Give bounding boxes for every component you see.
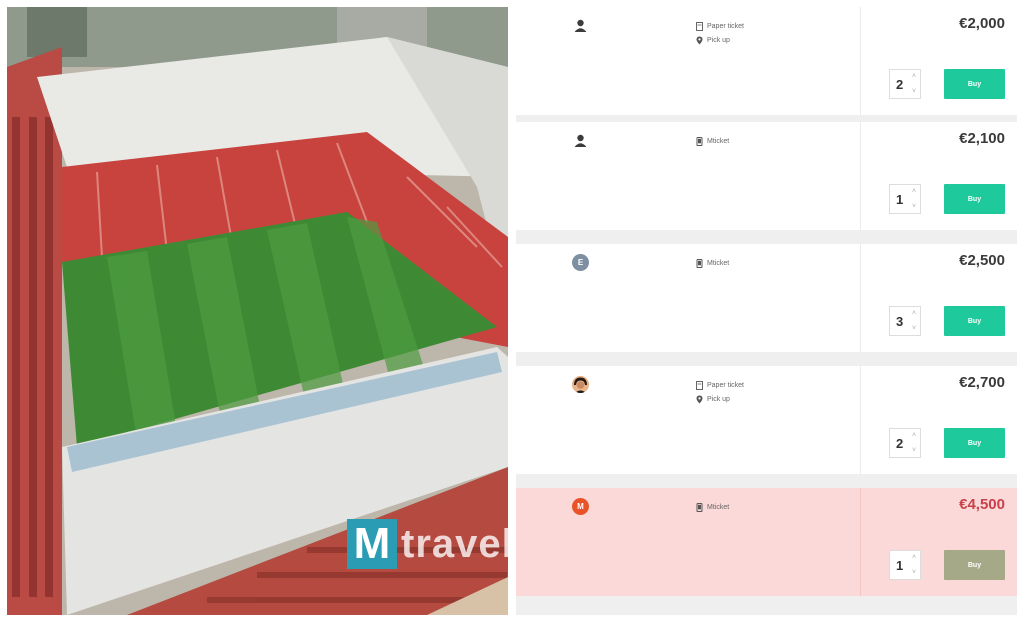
listing-row-highlighted: M Mticket €4,500 1 ˄ ˅ Buy [516,488,1017,596]
delivery-methods: Mticket [696,258,729,269]
ticket-price: €4,500 [959,496,1005,513]
quantity-value: 2 [896,435,904,451]
location-pin-icon [696,36,703,45]
logo-text: travel [401,521,508,566]
mobile-phone-icon [696,137,703,146]
delivery-item: Pick up [696,35,744,46]
delivery-text: Paper ticket [707,23,744,30]
delivery-text: Paper ticket [707,382,744,389]
mobile-phone-icon [696,259,703,268]
letter-avatar: E [572,254,589,271]
decrement-icon[interactable]: ˅ [912,203,916,210]
ticket-price: €2,700 [959,374,1005,391]
column-divider [860,244,861,352]
delivery-item: Mticket [696,258,729,269]
letter-avatar: M [572,498,589,515]
delivery-methods: Mticket [696,502,729,513]
ticket-listings: Paper ticket Pick up €2,000 2 ˄ ˅ Buy Mti… [516,7,1017,615]
delivery-methods: Paper ticket Pick up [696,21,744,46]
avatar-letter: E [577,257,584,267]
ticket-icon [696,381,703,390]
stepper-arrows[interactable]: ˄ ˅ [912,310,916,332]
delivery-methods: Mticket [696,136,729,147]
decrement-icon[interactable]: ˅ [912,447,916,454]
quantity-value: 2 [896,76,904,92]
delivery-item: Paper ticket [696,380,744,391]
buy-button[interactable]: Buy [944,306,1005,336]
quantity-stepper[interactable]: 1 ˄ ˅ [889,550,921,580]
delivery-text: Pick up [707,37,730,44]
stepper-arrows[interactable]: ˄ ˅ [912,554,916,576]
ticket-icon [696,22,703,31]
column-divider [860,366,861,474]
user-silhouette-icon [572,17,589,34]
column-divider [860,122,861,230]
delivery-item: Mticket [696,502,729,513]
listing-row: E Mticket €2,500 3 ˄ ˅ Buy [516,244,1017,352]
quantity-stepper[interactable]: 2 ˄ ˅ [889,428,921,458]
buy-button[interactable]: Buy [944,428,1005,458]
increment-icon[interactable]: ˄ [912,554,916,561]
increment-icon[interactable]: ˄ [912,432,916,439]
listing-row: Paper ticket Pick up €2,000 2 ˄ ˅ Buy [516,7,1017,115]
profile-photo-image [572,376,589,393]
ticket-price: €2,100 [959,130,1005,147]
increment-icon[interactable]: ˄ [912,310,916,317]
quantity-value: 3 [896,313,904,329]
delivery-text: Pick up [707,396,730,403]
listing-row: Mticket €2,100 1 ˄ ˅ Buy [516,122,1017,230]
column-divider [860,7,861,115]
mobile-phone-icon [696,503,703,512]
user-silhouette-icon [572,132,589,149]
quantity-value: 1 [896,557,904,573]
stadium-photo: M travel [7,7,508,615]
m-travel-watermark: M travel [347,517,508,571]
delivery-methods: Paper ticket Pick up [696,380,744,405]
delivery-item: Paper ticket [696,21,744,32]
quantity-stepper[interactable]: 2 ˄ ˅ [889,69,921,99]
quantity-stepper[interactable]: 3 ˄ ˅ [889,306,921,336]
delivery-text: Mticket [707,504,730,511]
decrement-icon[interactable]: ˅ [912,569,916,576]
delivery-text: Mticket [707,138,730,145]
listing-row: Paper ticket Pick up €2,700 2 ˄ ˅ Buy [516,366,1017,474]
stepper-arrows[interactable]: ˄ ˅ [912,73,916,95]
column-divider [860,488,861,596]
ticket-price: €2,000 [959,15,1005,32]
logo-letter: M [347,519,397,569]
decrement-icon[interactable]: ˅ [912,88,916,95]
stepper-arrows[interactable]: ˄ ˅ [912,432,916,454]
delivery-item: Mticket [696,136,729,147]
buy-button[interactable]: Buy [944,184,1005,214]
avatar-letter: M [577,501,584,511]
increment-icon[interactable]: ˄ [912,73,916,80]
profile-photo [572,376,589,393]
location-pin-icon [696,395,703,404]
stepper-arrows[interactable]: ˄ ˅ [912,188,916,210]
decrement-icon[interactable]: ˅ [912,325,916,332]
quantity-value: 1 [896,191,904,207]
ticket-price: €2,500 [959,252,1005,269]
quantity-stepper[interactable]: 1 ˄ ˅ [889,184,921,214]
buy-button[interactable]: Buy [944,69,1005,99]
increment-icon[interactable]: ˄ [912,188,916,195]
buy-button-disabled[interactable]: Buy [944,550,1005,580]
delivery-item: Pick up [696,394,744,405]
delivery-text: Mticket [707,260,730,267]
